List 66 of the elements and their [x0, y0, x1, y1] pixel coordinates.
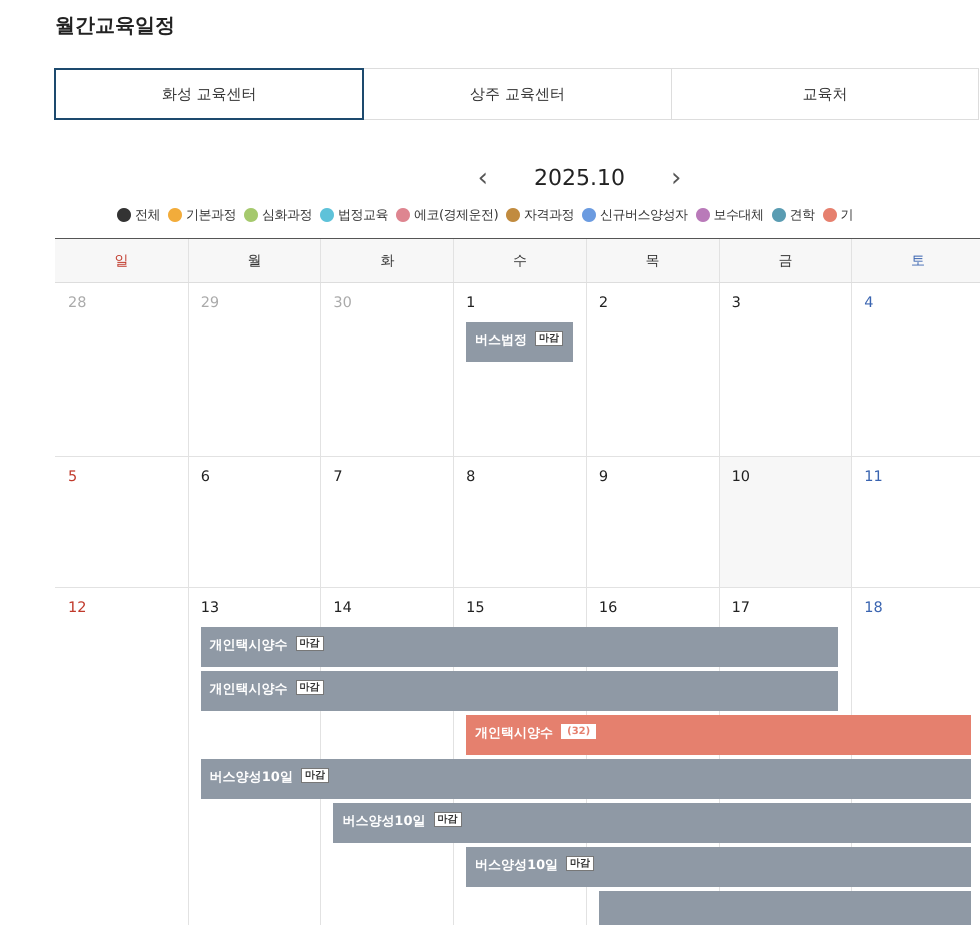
course-bar[interactable]: 버스양성10일 마감: [466, 847, 971, 887]
category-label[interactable]: 보수대체: [714, 206, 764, 224]
closed-badge: 마감: [296, 636, 324, 651]
location-tab[interactable]: 상주 교육센터: [363, 68, 672, 120]
course-title: 개인택시양수: [210, 681, 288, 698]
category-label[interactable]: 자격과정: [524, 206, 574, 224]
day-number: 10: [730, 468, 750, 485]
course-bar[interactable]: 버스양성10일 마감: [333, 803, 971, 843]
closed-badge: 마감: [296, 680, 324, 695]
weekday-header: 일: [113, 252, 130, 270]
day-number: 11: [863, 468, 883, 485]
day-number: 29: [200, 294, 220, 311]
day-number: 30: [332, 294, 352, 311]
closed-badge: 마감: [566, 856, 594, 871]
day-number: 5: [67, 468, 78, 485]
category-label[interactable]: 신규버스양성자: [600, 206, 688, 224]
category-label[interactable]: 법정교육: [338, 206, 388, 224]
previous-month-button[interactable]: ‹: [472, 164, 494, 192]
course-title: 버스양성10일: [210, 769, 293, 786]
weekday-header: 금: [718, 239, 852, 282]
category-label[interactable]: 기본과정: [186, 206, 236, 224]
day-number: 7: [332, 468, 343, 485]
day-number: 15: [465, 599, 485, 616]
category-label[interactable]: 전체: [135, 206, 160, 224]
day-number: 6: [200, 468, 210, 485]
day-number: 17: [730, 599, 750, 616]
category-label[interactable]: 에코(경제운전): [414, 206, 498, 224]
day-number: 9: [598, 468, 608, 485]
category-label[interactable]: 심화과정: [262, 206, 312, 224]
day-number: 3: [730, 294, 741, 311]
seat-count-badge: (32): [561, 724, 596, 739]
course-title: 버스양성10일: [475, 857, 558, 874]
weekday-header: 토: [851, 239, 980, 282]
category-label[interactable]: 기: [840, 206, 854, 224]
course-title: 개인택시양수: [475, 725, 554, 742]
closed-badge: 마감: [535, 331, 564, 346]
location-tab[interactable]: 화성 교육센터: [54, 68, 364, 120]
day-number: 4: [863, 294, 874, 311]
closed-badge: 마감: [300, 768, 329, 783]
weekday-header: 화: [320, 239, 454, 282]
weekday-header: 월: [188, 239, 320, 282]
closed-badge: 마감: [434, 812, 462, 827]
next-month-button[interactable]: ›: [664, 164, 688, 192]
day-number: 14: [332, 599, 352, 616]
day-number: 16: [598, 599, 618, 616]
month-label: 2025.10: [534, 166, 625, 190]
course-title: 버스양성10일: [342, 813, 426, 830]
day-number: 1: [465, 294, 476, 311]
weekday-header: 수: [453, 239, 586, 282]
location-tab[interactable]: 교육처: [670, 68, 979, 120]
course-bar[interactable]: 버스양성10일 마감: [200, 759, 971, 799]
course-bar[interactable]: [598, 891, 971, 925]
course-title: 버스법정: [475, 332, 528, 349]
day-number: 13: [200, 599, 220, 616]
course-title: 개인택시양수: [210, 637, 288, 654]
weekday-header: 목: [586, 239, 719, 282]
course-bar[interactable]: 개인택시양수 마감: [200, 671, 838, 711]
day-number: 28: [67, 294, 86, 311]
course-bar[interactable]: 개인택시양수 마감: [200, 627, 838, 667]
page-title: 월간교육일정: [55, 12, 176, 39]
day-number: 2: [598, 294, 608, 311]
day-number: 12: [67, 599, 86, 616]
day-number: 8: [465, 468, 476, 485]
category-label[interactable]: 견학: [790, 206, 815, 224]
course-bar[interactable]: 버스법정 마감: [466, 322, 573, 362]
day-number: 18: [863, 599, 883, 616]
